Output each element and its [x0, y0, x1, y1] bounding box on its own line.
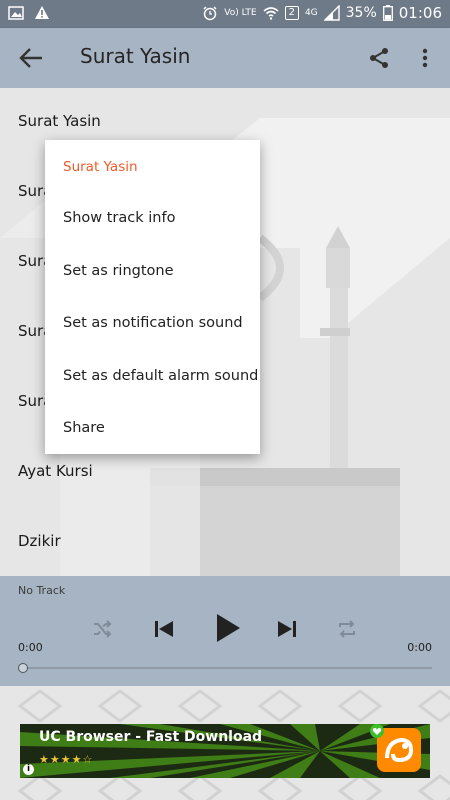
- seek-handle[interactable]: [18, 663, 28, 673]
- more-vert-icon[interactable]: [417, 46, 433, 70]
- heart-badge-icon: [370, 724, 384, 738]
- lte-label: Vo) LTE: [224, 7, 257, 18]
- ad-area: UC Browser - Fast Download ★★★★☆ i: [0, 686, 450, 800]
- battery-icon: [382, 5, 393, 21]
- track-name: No Track: [18, 584, 66, 597]
- menu-header: Surat Yasin: [63, 159, 138, 175]
- warning-icon: [35, 6, 50, 19]
- menu-item-set-notification-sound[interactable]: Set as notification sound: [63, 315, 243, 331]
- signal-icon: [323, 5, 340, 21]
- menu-item-set-ringtone[interactable]: Set as ringtone: [63, 263, 174, 279]
- page-title: Surat Yasin: [80, 44, 191, 68]
- repeat-icon[interactable]: [336, 618, 358, 640]
- image-icon: [8, 6, 24, 20]
- sim-badge: 2: [284, 6, 299, 20]
- arrow-back-icon[interactable]: [18, 46, 44, 70]
- menu-item-set-alarm-sound[interactable]: Set as default alarm sound: [63, 368, 258, 384]
- ad-title: UC Browser - Fast Download: [39, 729, 263, 745]
- skip-previous-icon[interactable]: [153, 618, 175, 640]
- ad-rating-stars: ★★★★☆: [39, 753, 94, 766]
- context-menu: Surat Yasin Show track info Set as ringt…: [45, 140, 260, 454]
- app-bar: Surat Yasin: [0, 28, 450, 88]
- network-label: 4G: [304, 7, 318, 18]
- player-bar: No Track 0:00 0:00: [0, 576, 450, 686]
- skip-next-icon[interactable]: [276, 618, 298, 640]
- clock: 01:06: [398, 4, 442, 22]
- elapsed-time: 0:00: [18, 641, 43, 654]
- play-icon[interactable]: [214, 612, 242, 644]
- status-bar: Vo) LTE 2 4G 35% 01:06: [0, 0, 450, 28]
- menu-item-show-track-info[interactable]: Show track info: [63, 210, 175, 226]
- seek-bar[interactable]: [18, 667, 432, 669]
- ad-info-icon[interactable]: i: [23, 764, 34, 775]
- menu-item-share[interactable]: Share: [63, 420, 105, 436]
- total-time: 0:00: [407, 641, 432, 654]
- alarm-icon: [203, 6, 217, 21]
- shuffle-icon[interactable]: [92, 619, 112, 639]
- battery-percent: 35%: [345, 5, 377, 21]
- ad-banner[interactable]: UC Browser - Fast Download ★★★★☆ i: [20, 724, 430, 778]
- share-icon[interactable]: [367, 46, 391, 70]
- list-item[interactable]: Dzikir: [0, 508, 450, 576]
- wifi-icon: [263, 7, 279, 20]
